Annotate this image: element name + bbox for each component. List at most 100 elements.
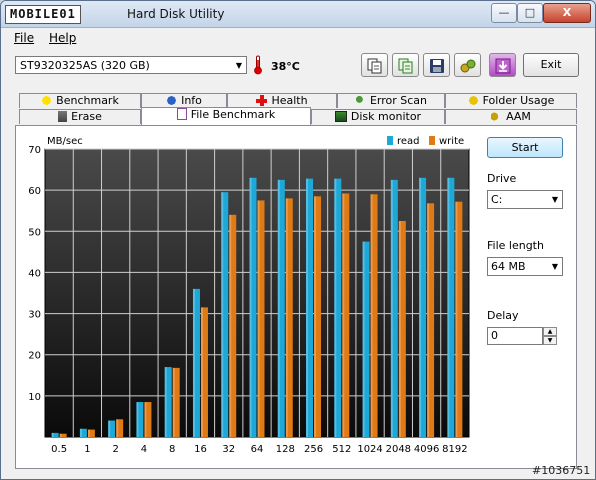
window-title: Hard Disk Utility — [127, 7, 225, 21]
legend-swatch-read — [387, 136, 393, 145]
tab-aam-label: AAM — [506, 110, 531, 123]
menu-file[interactable]: File — [14, 31, 34, 45]
bar-highlight-read — [447, 177, 450, 438]
bar-highlight-write — [285, 198, 288, 437]
menu-help[interactable]: Help — [49, 31, 76, 45]
bar-highlight-read — [306, 178, 309, 437]
y-axis-label: MB/sec — [47, 136, 83, 147]
app-window: MOBILE01 Hard Disk Utility — □ X File He… — [0, 0, 596, 480]
copy-green-button[interactable] — [392, 53, 419, 77]
delay-label: Delay — [487, 309, 519, 322]
tab-health-label: Health — [271, 94, 308, 107]
error-scan-icon — [354, 95, 366, 106]
y-tick-label: 50 — [28, 227, 41, 238]
bar-highlight-read — [334, 178, 337, 437]
delay-input[interactable]: 0 — [487, 327, 543, 345]
y-tick-label: 40 — [28, 268, 41, 279]
menu-help-label: Help — [49, 31, 77, 45]
bar-highlight-write — [87, 429, 90, 437]
bar-highlight-read — [192, 288, 195, 437]
start-button[interactable]: Start — [487, 137, 563, 158]
y-tick-label: 70 — [28, 145, 41, 156]
maximize-button[interactable]: □ — [517, 3, 543, 23]
bar-highlight-read — [136, 402, 139, 437]
bar-highlight-read — [390, 179, 393, 437]
tab-info[interactable]: Info — [141, 93, 227, 108]
x-tick-label: 64 — [251, 444, 264, 455]
y-tick-label: 20 — [28, 351, 41, 362]
bar-highlight-write — [229, 214, 232, 437]
tab-aam[interactable]: AAM — [445, 109, 577, 124]
tab-error-scan-label: Error Scan — [369, 94, 428, 107]
benchmark-icon — [41, 95, 53, 106]
x-tick-label: 1024 — [357, 444, 382, 455]
x-tick-label: 16 — [194, 444, 207, 455]
tab-disk-monitor[interactable]: Disk monitor — [311, 109, 445, 124]
x-tick-label: 4096 — [414, 444, 439, 455]
bar-highlight-write — [342, 193, 345, 437]
chevron-down-icon: ▼ — [551, 262, 558, 271]
x-tick-label: 32 — [222, 444, 235, 455]
folder-usage-icon — [467, 95, 479, 106]
drive-select-value: ST9320325AS (320 GB) — [20, 59, 150, 72]
tab-erase-label: Erase — [71, 110, 102, 123]
copy-green-icon — [398, 58, 413, 74]
x-tick-label: 1 — [84, 444, 90, 455]
x-tick-label: 512 — [332, 444, 351, 455]
file-length-label: File length — [487, 239, 544, 252]
bar-highlight-write — [427, 203, 430, 437]
bar-highlight-write — [200, 307, 203, 437]
x-tick-label: 256 — [304, 444, 323, 455]
download-button[interactable] — [489, 53, 516, 77]
tab-erase[interactable]: Erase — [19, 109, 141, 124]
y-tick-label: 60 — [28, 186, 41, 197]
save-button[interactable] — [423, 53, 450, 77]
bar-highlight-write — [455, 201, 458, 437]
tab-error-scan[interactable]: Error Scan — [337, 93, 445, 108]
y-tick-label: 30 — [28, 310, 41, 321]
app-logo: MOBILE01 — [5, 5, 81, 24]
title-bar[interactable]: MOBILE01 Hard Disk Utility — □ X — [1, 1, 595, 28]
bar-highlight-read — [362, 241, 365, 437]
delay-increment-button[interactable]: ▲ — [543, 327, 557, 336]
tab-benchmark[interactable]: Benchmark — [19, 93, 141, 108]
tab-health[interactable]: Health — [227, 93, 337, 108]
x-tick-label: 4 — [141, 444, 147, 455]
bar-highlight-write — [59, 433, 62, 437]
copy-button[interactable] — [361, 53, 388, 77]
bar-highlight-write — [314, 196, 317, 437]
tab-file-benchmark[interactable]: File Benchmark — [141, 107, 311, 125]
drive-select[interactable]: ST9320325AS (320 GB) ▼ — [15, 56, 247, 74]
file-length-value: 64 MB — [491, 260, 526, 273]
bar-highlight-read — [108, 420, 111, 437]
x-tick-label: 0.5 — [51, 444, 67, 455]
x-tick-label: 128 — [276, 444, 295, 455]
info-icon — [166, 95, 178, 106]
save-icon — [430, 59, 444, 73]
tab-folder-usage[interactable]: Folder Usage — [445, 93, 577, 108]
menu-bar: File Help — [1, 28, 595, 48]
aam-icon — [491, 111, 503, 122]
bar-highlight-read — [221, 192, 224, 437]
drive-label: Drive — [487, 172, 517, 185]
benchmark-chart: 10 20 30 40 50 60 70 MB/sec read write 0.5 1 2 4 8 16 32… — [28, 136, 470, 455]
drive-letter-select[interactable]: C: ▼ — [487, 190, 563, 209]
chevron-down-icon: ▼ — [551, 195, 558, 204]
bar-highlight-read — [277, 179, 280, 437]
file-length-select[interactable]: 64 MB ▼ — [487, 257, 563, 276]
options-button[interactable] — [454, 53, 481, 77]
tab-file-benchmark-label: File Benchmark — [190, 108, 276, 121]
y-tick-label: 10 — [28, 392, 41, 403]
file-benchmark-icon — [176, 108, 187, 120]
minimize-button[interactable]: — — [491, 3, 517, 23]
tab-info-label: Info — [181, 94, 202, 107]
delay-decrement-button[interactable]: ▼ — [543, 336, 557, 345]
temperature-readout: 38°C — [271, 60, 300, 73]
close-button[interactable]: X — [543, 3, 591, 23]
bar-highlight-write — [257, 200, 260, 437]
bar-highlight-write — [172, 367, 175, 437]
bar-highlight-read — [79, 428, 82, 437]
bar-highlight-write — [398, 221, 401, 437]
exit-button[interactable]: Exit — [523, 53, 579, 77]
legend-label-read: read — [397, 136, 420, 147]
